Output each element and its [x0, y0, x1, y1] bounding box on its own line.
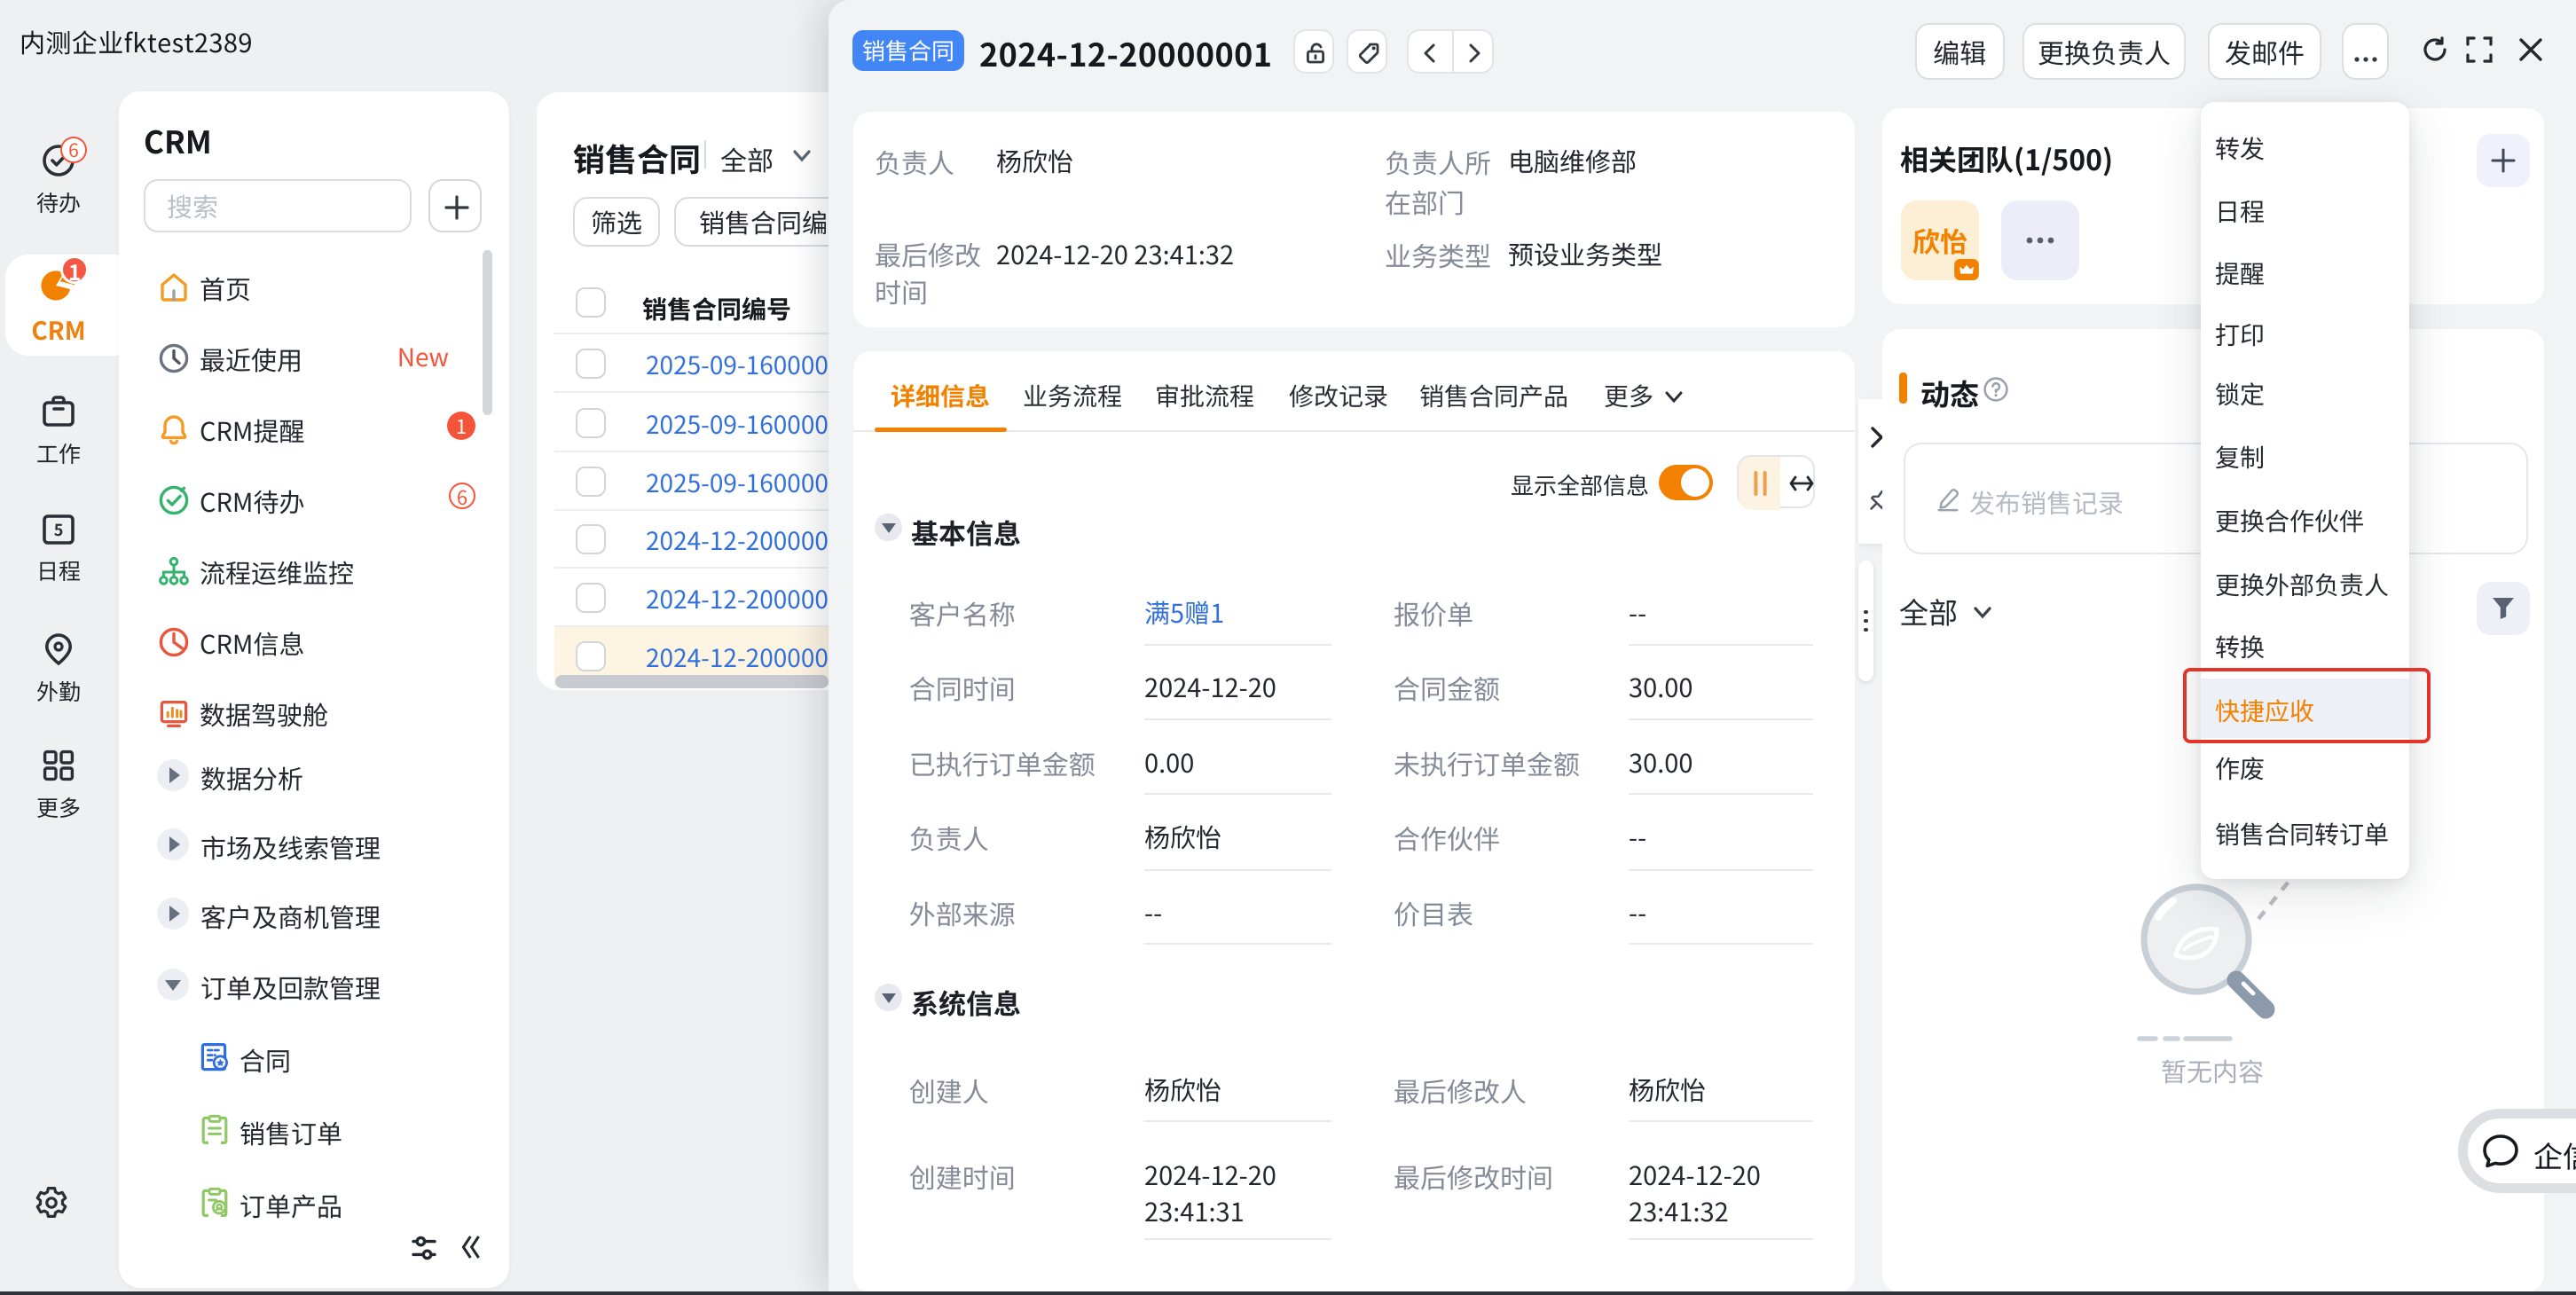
svg-text:5: 5 [54, 518, 64, 541]
